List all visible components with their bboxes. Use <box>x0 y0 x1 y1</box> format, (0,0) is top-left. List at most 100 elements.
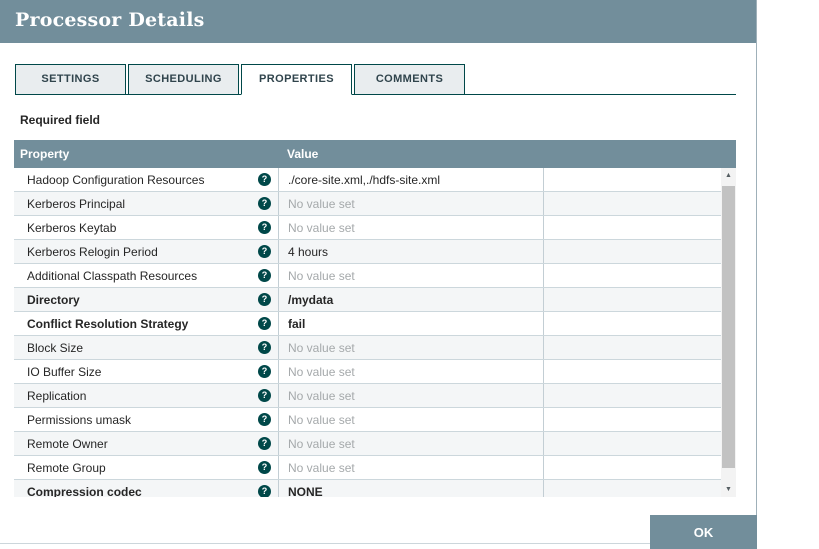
property-name: Compression codec <box>27 484 142 498</box>
property-value-cell[interactable]: No value set <box>278 408 543 431</box>
row-spacer-cell <box>543 192 721 215</box>
help-icon[interactable]: ? <box>258 341 271 354</box>
table-scrollbar[interactable]: ▲ ▼ <box>721 168 736 497</box>
scrollbar-thumb[interactable] <box>722 186 735 468</box>
property-name-cell: Block Size? <box>14 336 278 359</box>
property-name: Kerberos Principal <box>27 196 126 211</box>
property-value-cell[interactable]: No value set <box>278 192 543 215</box>
help-icon[interactable]: ? <box>258 197 271 210</box>
row-spacer-cell <box>543 384 721 407</box>
property-row[interactable]: Conflict Resolution Strategy? fail <box>14 312 721 336</box>
help-icon[interactable]: ? <box>258 293 271 306</box>
row-spacer-cell <box>543 312 721 335</box>
row-spacer-cell <box>543 480 721 497</box>
property-name: Block Size <box>27 340 84 355</box>
property-row[interactable]: Permissions umask? No value set <box>14 408 721 432</box>
row-spacer-cell <box>543 360 721 383</box>
property-name-cell: Remote Group? <box>14 456 278 479</box>
row-spacer-cell <box>543 456 721 479</box>
property-value-cell[interactable]: No value set <box>278 264 543 287</box>
dialog-title: Processor Details <box>15 9 205 31</box>
property-name-cell: Additional Classpath Resources? <box>14 264 278 287</box>
property-row[interactable]: Kerberos Keytab? No value set <box>14 216 721 240</box>
property-name-cell: Replication? <box>14 384 278 407</box>
property-row[interactable]: Kerberos Principal? No value set <box>14 192 721 216</box>
property-name: Kerberos Relogin Period <box>27 244 158 259</box>
property-name-cell: Permissions umask? <box>14 408 278 431</box>
help-icon[interactable]: ? <box>258 485 271 497</box>
help-icon[interactable]: ? <box>258 365 271 378</box>
scroll-down-icon[interactable]: ▼ <box>721 482 736 497</box>
property-name: Additional Classpath Resources <box>27 268 198 283</box>
property-value-cell[interactable]: 4 hours <box>278 240 543 263</box>
property-value-cell[interactable]: NONE <box>278 480 543 497</box>
scroll-up-icon[interactable]: ▲ <box>721 168 736 183</box>
help-icon[interactable]: ? <box>258 173 271 186</box>
dialog-right-edge <box>756 0 757 549</box>
property-name: Permissions umask <box>27 412 132 427</box>
property-name-cell: Kerberos Relogin Period? <box>14 240 278 263</box>
help-icon[interactable]: ? <box>258 437 271 450</box>
property-row[interactable]: Additional Classpath Resources? No value … <box>14 264 721 288</box>
property-row[interactable]: Hadoop Configuration Resources? ./core-si… <box>14 168 721 192</box>
column-header-property: Property <box>20 147 70 161</box>
help-icon[interactable]: ? <box>258 221 271 234</box>
property-value-cell[interactable]: ./core-site.xml,./hdfs-site.xml <box>278 168 543 191</box>
property-name-cell: Compression codec? <box>14 480 278 497</box>
property-value-cell[interactable]: No value set <box>278 216 543 239</box>
property-row[interactable]: Replication? No value set <box>14 384 721 408</box>
property-name: Directory <box>27 292 80 307</box>
tab-scheduling[interactable]: SCHEDULING <box>128 64 239 95</box>
tab-comments[interactable]: COMMENTS <box>354 64 465 95</box>
help-icon[interactable]: ? <box>258 413 271 426</box>
property-name-cell: Remote Owner? <box>14 432 278 455</box>
property-row[interactable]: Kerberos Relogin Period? 4 hours <box>14 240 721 264</box>
property-name: IO Buffer Size <box>27 364 102 379</box>
property-name-cell: IO Buffer Size? <box>14 360 278 383</box>
row-spacer-cell <box>543 432 721 455</box>
row-spacer-cell <box>543 216 721 239</box>
tab-properties[interactable]: PROPERTIES <box>241 64 352 95</box>
help-icon[interactable]: ? <box>258 269 271 282</box>
required-field-legend: Required field <box>20 113 101 127</box>
column-header-value: Value <box>287 147 319 161</box>
help-icon[interactable]: ? <box>258 461 271 474</box>
property-row[interactable]: IO Buffer Size? No value set <box>14 360 721 384</box>
property-value-cell[interactable]: No value set <box>278 384 543 407</box>
help-icon[interactable]: ? <box>258 317 271 330</box>
property-value-cell[interactable]: No value set <box>278 456 543 479</box>
property-row[interactable]: Block Size? No value set <box>14 336 721 360</box>
property-value-cell[interactable]: No value set <box>278 432 543 455</box>
dialog-header: Processor Details <box>0 0 757 43</box>
property-row[interactable]: Directory?/mydata <box>14 288 721 312</box>
property-row[interactable]: Remote Group? No value set <box>14 456 721 480</box>
property-name: Conflict Resolution Strategy <box>27 316 189 331</box>
property-name: Hadoop Configuration Resources <box>27 172 205 187</box>
ok-button[interactable]: OK <box>650 515 757 549</box>
property-name-cell: Kerberos Principal? <box>14 192 278 215</box>
help-icon[interactable]: ? <box>258 245 271 258</box>
properties-table-header: Property Value <box>14 140 736 168</box>
row-spacer-cell <box>543 336 721 359</box>
property-value-cell[interactable]: No value set <box>278 336 543 359</box>
property-value-cell[interactable]: No value set <box>278 360 543 383</box>
property-value-cell[interactable]: /mydata <box>278 288 543 311</box>
row-spacer-cell <box>543 408 721 431</box>
tab-bar: SETTINGS SCHEDULING PROPERTIES COMMENTS <box>15 64 736 95</box>
properties-table: Property Value Hadoop Configuration Reso… <box>14 140 736 497</box>
property-row[interactable]: Compression codec? NONE <box>14 480 721 497</box>
property-name-cell: Kerberos Keytab? <box>14 216 278 239</box>
property-name: Kerberos Keytab <box>27 220 117 235</box>
properties-table-body: Hadoop Configuration Resources? ./core-si… <box>14 168 721 497</box>
dialog-bottom-edge <box>0 543 757 544</box>
property-name: Replication <box>27 388 87 403</box>
property-row[interactable]: Remote Owner? No value set <box>14 432 721 456</box>
tab-settings[interactable]: SETTINGS <box>15 64 126 95</box>
row-spacer-cell <box>543 288 721 311</box>
property-name-cell: Conflict Resolution Strategy? <box>14 312 278 335</box>
help-icon[interactable]: ? <box>258 389 271 402</box>
property-name-cell: Hadoop Configuration Resources? <box>14 168 278 191</box>
property-name-cell: Directory? <box>14 288 278 311</box>
property-value-cell[interactable]: fail <box>278 312 543 335</box>
property-name: Remote Group <box>27 460 106 475</box>
